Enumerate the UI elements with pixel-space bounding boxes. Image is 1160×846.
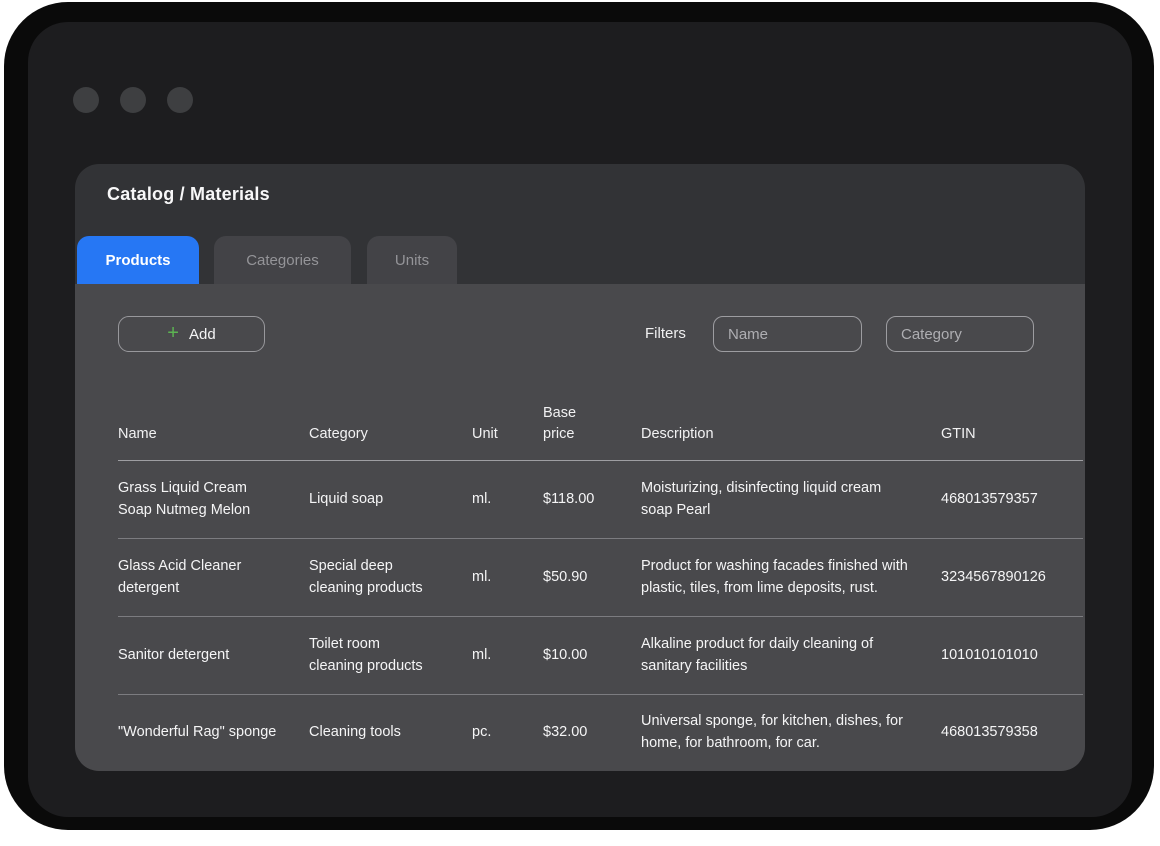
window-control-dot-1[interactable]	[73, 87, 99, 113]
column-header-description: Description	[641, 424, 941, 446]
add-button-label: Add	[189, 326, 216, 343]
cell-name: Glass Acid Cleaner detergent	[118, 542, 309, 614]
add-button[interactable]: + Add	[118, 316, 265, 352]
page-title: Catalog / Materials	[107, 184, 270, 205]
table-row[interactable]: Grass Liquid Cream Soap Nutmeg Melon Liq…	[118, 461, 1083, 539]
column-header-name: Name	[118, 424, 309, 446]
column-header-gtin: GTIN	[941, 424, 1083, 446]
cell-gtin: 101010101010	[941, 631, 1083, 681]
cell-category: Cleaning tools	[309, 708, 472, 758]
table-row[interactable]: Glass Acid Cleaner detergent Special dee…	[118, 539, 1083, 617]
tab-products[interactable]: Products	[77, 236, 199, 284]
products-table: Name Category Unit Base price Descriptio…	[118, 352, 1083, 770]
filters-label: Filters	[645, 325, 686, 342]
cell-unit: ml.	[472, 475, 543, 525]
cell-category: Liquid soap	[309, 475, 472, 525]
window-controls	[73, 87, 193, 113]
cell-base-price: $32.00	[543, 708, 641, 758]
category-filter-input[interactable]	[886, 316, 1034, 352]
column-header-unit: Unit	[472, 424, 543, 446]
cell-gtin: 3234567890126	[941, 553, 1083, 603]
cell-base-price: $50.90	[543, 553, 641, 603]
catalog-panel: Catalog / Materials Products Categories …	[75, 164, 1085, 771]
cell-description: Moisturizing, disinfecting liquid cream …	[641, 464, 941, 536]
tab-products-label: Products	[105, 252, 170, 269]
window-control-dot-3[interactable]	[167, 87, 193, 113]
plus-icon: +	[167, 323, 179, 343]
cell-gtin: 468013579357	[941, 475, 1083, 525]
table-header-row: Name Category Unit Base price Descriptio…	[118, 352, 1083, 461]
cell-gtin: 468013579358	[941, 708, 1083, 758]
cell-description: Product for washing facades finished wit…	[641, 542, 941, 614]
tab-categories-label: Categories	[246, 252, 319, 269]
panel-header: Catalog / Materials Products Categories …	[75, 164, 1085, 284]
cell-category: Toilet room cleaning products	[309, 620, 472, 692]
app-window: Catalog / Materials Products Categories …	[28, 22, 1132, 817]
cell-description: Alkaline product for daily cleaning of s…	[641, 620, 941, 692]
cell-category: Special deep cleaning products	[309, 542, 472, 614]
cell-name: Grass Liquid Cream Soap Nutmeg Melon	[118, 464, 309, 536]
cell-unit: ml.	[472, 631, 543, 681]
table-row[interactable]: "Wonderful Rag" sponge Cleaning tools pc…	[118, 695, 1083, 770]
name-filter-input[interactable]	[713, 316, 862, 352]
tab-units-label: Units	[395, 252, 429, 269]
cell-unit: ml.	[472, 553, 543, 603]
cell-name: Sanitor detergent	[118, 631, 309, 681]
cell-base-price: $10.00	[543, 631, 641, 681]
cell-base-price: $118.00	[543, 475, 641, 525]
cell-description: Universal sponge, for kitchen, dishes, f…	[641, 697, 941, 769]
panel-body: + Add Filters Name Category Unit Base pr…	[75, 284, 1085, 771]
column-header-base-price: Base price	[543, 403, 641, 447]
table-row[interactable]: Sanitor detergent Toilet room cleaning p…	[118, 617, 1083, 695]
tab-categories[interactable]: Categories	[214, 236, 351, 284]
window-control-dot-2[interactable]	[120, 87, 146, 113]
cell-unit: pc.	[472, 708, 543, 758]
column-header-category: Category	[309, 424, 472, 446]
tab-units[interactable]: Units	[367, 236, 457, 284]
cell-name: "Wonderful Rag" sponge	[118, 708, 309, 758]
